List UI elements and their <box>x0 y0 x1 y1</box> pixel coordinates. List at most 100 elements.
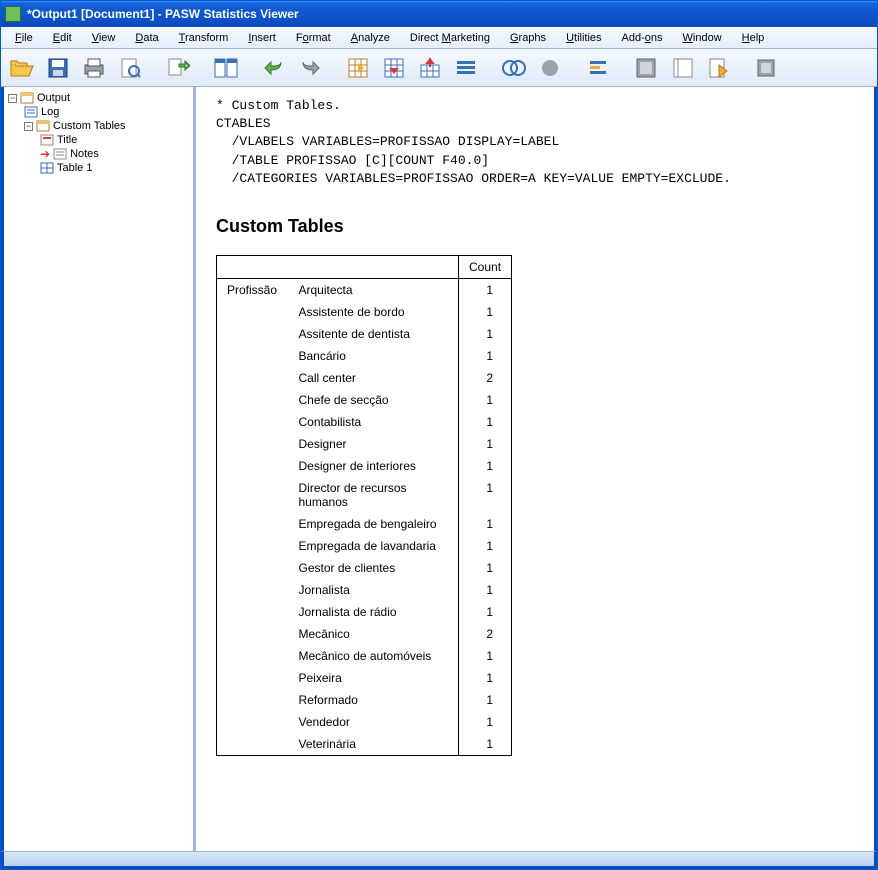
print-preview-button[interactable] <box>115 53 145 83</box>
table-header-empty <box>217 255 459 278</box>
tree-label-log: Log <box>41 106 59 118</box>
insert-text-button[interactable] <box>631 53 661 83</box>
table-row[interactable]: Mecânico de automóveis1 <box>217 645 512 667</box>
table-row[interactable]: Empregada de bengaleiro1 <box>217 513 512 535</box>
table-row[interactable]: Bancário1 <box>217 345 512 367</box>
menu-addons[interactable]: Add-ons <box>614 30 671 46</box>
menu-file[interactable]: File <box>7 30 41 46</box>
table-row[interactable]: Designer1 <box>217 433 512 455</box>
table-var-cell <box>217 711 289 733</box>
menu-transform[interactable]: Transform <box>171 30 237 46</box>
tree-root[interactable]: − Output <box>8 91 191 105</box>
table-count-cell: 1 <box>459 411 512 433</box>
save-button[interactable] <box>43 53 73 83</box>
table-row[interactable]: Vendedor1 <box>217 711 512 733</box>
insert-heading-button[interactable] <box>535 53 565 83</box>
menubar: File Edit View Data Transform Insert For… <box>1 27 877 49</box>
open-button[interactable] <box>7 53 37 83</box>
menu-edit[interactable]: Edit <box>45 30 80 46</box>
insert-title-button[interactable] <box>583 53 613 83</box>
table-var-cell <box>217 689 289 711</box>
table-row[interactable]: Jornalista1 <box>217 579 512 601</box>
tree-item-notes[interactable]: ➔ Notes <box>40 147 191 161</box>
table-category-cell: Jornalista de rádio <box>289 601 459 623</box>
table-count-cell: 1 <box>459 645 512 667</box>
table-row[interactable]: Chefe de secção1 <box>217 389 512 411</box>
table-category-cell: Contabilista <box>289 411 459 433</box>
undo-button[interactable] <box>259 53 289 83</box>
table-category-cell: Jornalista <box>289 579 459 601</box>
outline-tree[interactable]: − Output Log − Custom Tables <box>4 87 196 851</box>
goto-case-button[interactable] <box>379 53 409 83</box>
menu-insert[interactable]: Insert <box>240 30 284 46</box>
menu-graphs[interactable]: Graphs <box>502 30 554 46</box>
table-var-cell <box>217 323 289 345</box>
menu-data[interactable]: Data <box>127 30 166 46</box>
print-button[interactable] <box>79 53 109 83</box>
menu-window[interactable]: Window <box>675 30 730 46</box>
table-category-cell: Peixeira <box>289 667 459 689</box>
recall-dialog-button[interactable] <box>211 53 241 83</box>
variables-button[interactable] <box>451 53 481 83</box>
menu-analyze[interactable]: Analyze <box>343 30 398 46</box>
collapse-icon[interactable]: − <box>24 122 33 131</box>
goto-variable-button[interactable] <box>415 53 445 83</box>
output-panel[interactable]: * Custom Tables. CTABLES /VLABELS VARIAB… <box>196 87 874 851</box>
table-category-cell: Gestor de clientes <box>289 557 459 579</box>
table-var-cell <box>217 301 289 323</box>
menu-direct-marketing[interactable]: Direct Marketing <box>402 30 498 46</box>
table-row[interactable]: Peixeira1 <box>217 667 512 689</box>
notes-icon <box>53 148 67 160</box>
titlebar: *Output1 [Document1] - PASW Statistics V… <box>1 1 877 27</box>
custom-table[interactable]: Count ProfissãoArquitecta1Assistente de … <box>216 255 512 756</box>
table-count-cell: 1 <box>459 455 512 477</box>
select-button[interactable] <box>499 53 529 83</box>
table-row[interactable]: Reformado1 <box>217 689 512 711</box>
designate-window-button[interactable] <box>703 53 733 83</box>
table-row[interactable]: Assistente de bordo1 <box>217 301 512 323</box>
tree-label-notes: Notes <box>70 148 99 160</box>
table-row[interactable]: Contabilista1 <box>217 411 512 433</box>
tree-item-table1[interactable]: Table 1 <box>40 161 191 175</box>
table-row[interactable]: Empregada de lavandaria1 <box>217 535 512 557</box>
menu-utilities[interactable]: Utilities <box>558 30 609 46</box>
tree-item-title[interactable]: Title <box>40 133 191 147</box>
table-row[interactable]: Veterinária1 <box>217 733 512 756</box>
log-icon <box>24 106 38 118</box>
table-count-cell: 1 <box>459 389 512 411</box>
menu-view[interactable]: View <box>84 30 124 46</box>
table-category-cell: Bancário <box>289 345 459 367</box>
table-row[interactable]: Assitente de dentista1 <box>217 323 512 345</box>
table-count-cell: 1 <box>459 601 512 623</box>
table-row[interactable]: Jornalista de rádio1 <box>217 601 512 623</box>
menu-help[interactable]: Help <box>734 30 773 46</box>
table-row[interactable]: ProfissãoArquitecta1 <box>217 278 512 301</box>
table-category-cell: Empregada de lavandaria <box>289 535 459 557</box>
tree-item-log[interactable]: Log <box>24 105 191 119</box>
table-var-cell <box>217 345 289 367</box>
table-count-cell: 2 <box>459 623 512 645</box>
export-button[interactable] <box>163 53 193 83</box>
window-title: *Output1 [Document1] - PASW Statistics V… <box>27 7 299 21</box>
section-title: Custom Tables <box>216 216 854 237</box>
table-row[interactable]: Designer de interiores1 <box>217 455 512 477</box>
table-var-cell <box>217 535 289 557</box>
collapse-icon[interactable]: − <box>8 94 17 103</box>
table-var-cell <box>217 733 289 756</box>
table-category-cell: Designer de interiores <box>289 455 459 477</box>
page-break-button[interactable] <box>667 53 697 83</box>
table-category-cell: Director de recursos humanos <box>289 477 459 513</box>
goto-data-button[interactable] <box>343 53 373 83</box>
table-var-cell <box>217 645 289 667</box>
table-row[interactable]: Director de recursos humanos1 <box>217 477 512 513</box>
redo-button[interactable] <box>295 53 325 83</box>
table-row[interactable]: Call center2 <box>217 367 512 389</box>
menu-format[interactable]: Format <box>288 30 339 46</box>
folder-icon <box>36 120 50 132</box>
table-header-count: Count <box>459 255 512 278</box>
show-hide-button[interactable] <box>751 53 781 83</box>
table-row[interactable]: Gestor de clientes1 <box>217 557 512 579</box>
table-row[interactable]: Mecânico2 <box>217 623 512 645</box>
table-count-cell: 2 <box>459 367 512 389</box>
tree-item-custom-tables[interactable]: − Custom Tables <box>24 119 191 133</box>
